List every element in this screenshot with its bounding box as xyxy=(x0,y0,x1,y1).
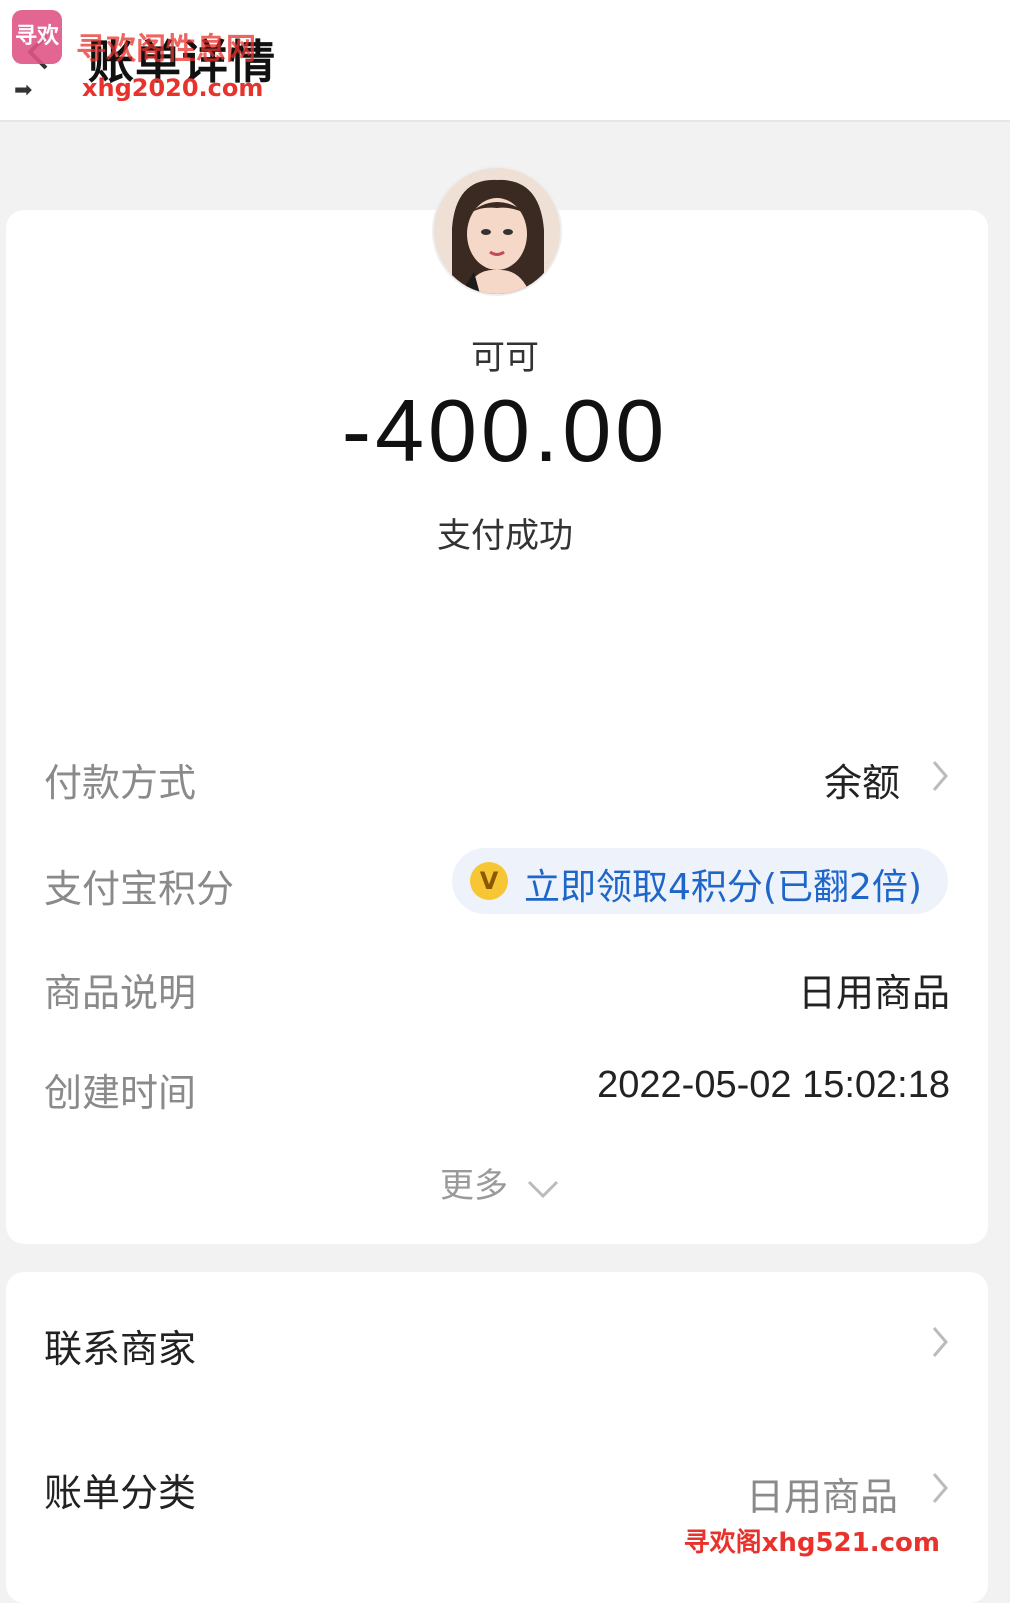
watermark-text: 寻欢阁性息网 xyxy=(76,32,256,67)
created-time-label: 创建时间 xyxy=(44,1071,197,1115)
avatar xyxy=(432,166,562,296)
payment-method-label: 付款方式 xyxy=(44,761,197,805)
watermark-bottom: 寻欢阁xhg521.com xyxy=(683,1528,940,1558)
more-label: 更多 xyxy=(440,1166,508,1206)
contact-merchant-button[interactable]: 联系商家 xyxy=(44,1318,196,1373)
chevron-right-icon[interactable] xyxy=(930,756,950,796)
bill-category-label: 账单分类 xyxy=(44,1471,197,1515)
arrow-icon: ➡ xyxy=(14,78,33,103)
claim-points-label: 立即领取4积分(已翻2倍) xyxy=(524,867,922,908)
created-time-value: 2022-05-02 15:02:18 xyxy=(597,1064,950,1106)
watermark-logo: 寻欢 xyxy=(12,10,62,64)
chevron-right-icon[interactable] xyxy=(930,1468,950,1508)
chevron-down-icon xyxy=(527,1180,558,1198)
claim-points-button[interactable]: V 立即领取4积分(已翻2倍) xyxy=(452,848,948,914)
merchant-name: 可可 xyxy=(471,338,539,378)
bill-category-value[interactable]: 日用商品 xyxy=(746,1466,898,1521)
more-button[interactable]: 更多 xyxy=(440,1158,561,1207)
alipay-points-label: 支付宝积分 xyxy=(44,867,235,911)
points-coin-icon: V xyxy=(470,862,508,900)
avatar-image xyxy=(434,168,560,294)
product-description-value: 日用商品 xyxy=(797,971,950,1015)
bill-amount: -400.00 xyxy=(341,381,669,480)
top-bar: 寻欢 账单详情 寻欢阁性息网 ➡ xhg2020.com xyxy=(0,0,1010,122)
product-description-label: 商品说明 xyxy=(44,971,197,1015)
payment-method-value[interactable]: 余额 xyxy=(824,752,900,807)
chevron-right-icon[interactable] xyxy=(930,1322,950,1362)
payment-status: 支付成功 xyxy=(437,516,573,556)
watermark-url: xhg2020.com xyxy=(82,74,264,102)
